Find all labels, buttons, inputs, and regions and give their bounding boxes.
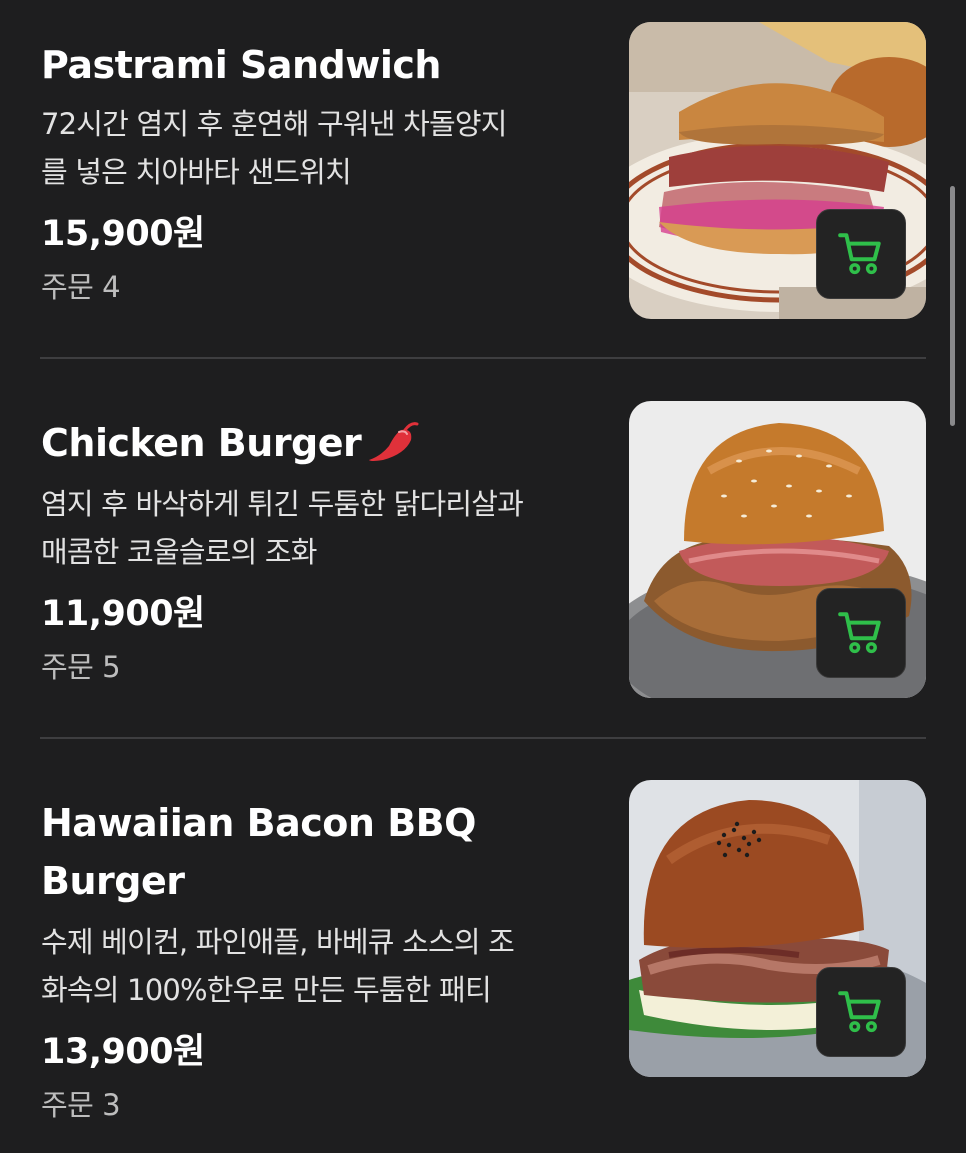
item-description-line: 수제 베이컨, 파인애플, 바베큐 소스의 조 bbox=[41, 925, 515, 959]
item-name: Hawaiian Bacon BBQ Burger bbox=[41, 794, 601, 910]
shopping-cart-icon bbox=[838, 991, 881, 1033]
item-description-line: 72시간 염지 후 훈연해 구워낸 차돌양지 bbox=[41, 107, 507, 141]
item-name: Chicken Burger bbox=[41, 421, 362, 465]
menu-item-text: Chicken Burger 염지 후 바삭하게 튀긴 두툼한 닭다리살과 매콤… bbox=[41, 414, 601, 686]
add-to-cart-button[interactable] bbox=[816, 209, 906, 299]
item-name: Pastrami Sandwich bbox=[41, 43, 441, 87]
item-description: 72시간 염지 후 훈연해 구워낸 차돌양지 를 넣은 치아바타 샌드위치 bbox=[41, 100, 601, 196]
item-order-count: 주문 3 bbox=[41, 1088, 121, 1122]
item-description: 수제 베이컨, 파인애플, 바베큐 소스의 조 화속의 100%한우로 만든 두… bbox=[41, 918, 601, 1014]
menu-item-text: Pastrami Sandwich 72시간 염지 후 훈연해 구워낸 차돌양지… bbox=[41, 36, 601, 306]
item-price: 13,900원 bbox=[41, 1032, 205, 1072]
menu-screen: Pastrami Sandwich 72시간 염지 후 훈연해 구워낸 차돌양지… bbox=[0, 0, 966, 1153]
chicken-burger-photo[interactable] bbox=[629, 401, 926, 698]
item-name-line: Burger bbox=[41, 859, 185, 903]
scrollbar[interactable] bbox=[950, 186, 955, 426]
item-name-line: Hawaiian Bacon BBQ bbox=[41, 801, 476, 845]
pastrami-sandwich-photo[interactable] bbox=[629, 22, 926, 319]
item-description-line: 매콤한 코울슬로의 조화 bbox=[41, 535, 317, 569]
divider bbox=[40, 357, 926, 359]
menu-item-text: Hawaiian Bacon BBQ Burger 수제 베이컨, 파인애플, … bbox=[41, 794, 601, 1124]
item-price: 15,900원 bbox=[41, 214, 205, 254]
hawaiian-bacon-bbq-burger-photo[interactable] bbox=[629, 780, 926, 1077]
item-order-count: 주문 4 bbox=[41, 270, 121, 304]
add-to-cart-button[interactable] bbox=[816, 588, 906, 678]
item-description: 염지 후 바삭하게 튀긴 두툼한 닭다리살과 매콤한 코울슬로의 조화 bbox=[41, 480, 601, 576]
item-description-line: 염지 후 바삭하게 튀긴 두툼한 닭다리살과 bbox=[41, 487, 524, 521]
item-price: 11,900원 bbox=[41, 594, 205, 634]
item-name-row: Chicken Burger bbox=[41, 414, 601, 472]
item-order-count: 주문 5 bbox=[41, 650, 121, 684]
item-description-line: 화속의 100%한우로 만든 두툼한 패티 bbox=[41, 973, 492, 1007]
add-to-cart-button[interactable] bbox=[816, 967, 906, 1057]
shopping-cart-icon bbox=[838, 233, 881, 275]
item-description-line: 를 넣은 치아바타 샌드위치 bbox=[41, 155, 352, 189]
chili-pepper-icon bbox=[369, 421, 419, 461]
divider bbox=[40, 737, 926, 739]
shopping-cart-icon bbox=[838, 612, 881, 654]
